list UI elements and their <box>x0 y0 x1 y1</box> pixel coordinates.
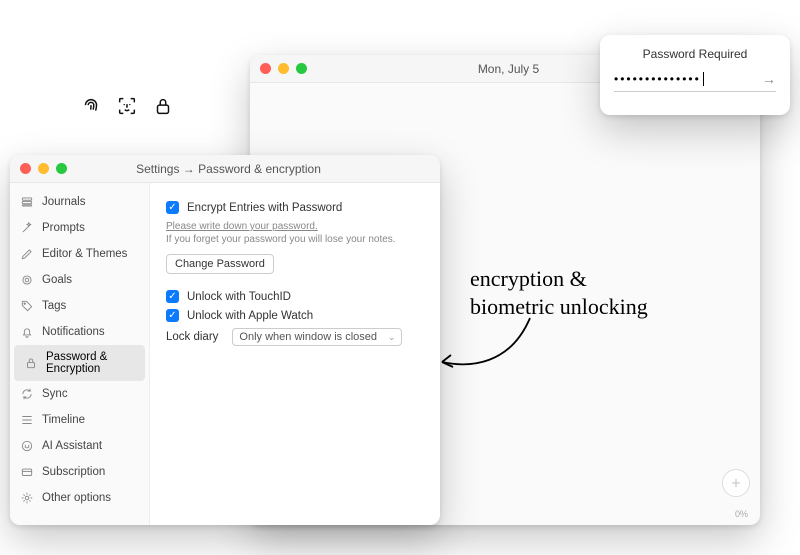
sidebar-item-label: Editor & Themes <box>42 248 127 260</box>
close-dot[interactable] <box>20 163 31 174</box>
sidebar-item-goals[interactable]: Goals <box>10 267 149 293</box>
target-icon <box>20 273 34 287</box>
sidebar-item-ai-assistant[interactable]: AI Assistant <box>10 433 149 459</box>
sidebar-item-label: Journals <box>42 196 85 208</box>
sidebar-item-password-encryption[interactable]: Password & Encryption <box>14 345 145 381</box>
faceid-icon <box>116 95 138 122</box>
touchid-checkbox[interactable]: ✓ <box>166 290 179 303</box>
bell-icon <box>20 325 34 339</box>
sidebar-item-notifications[interactable]: Notifications <box>10 319 149 345</box>
ai-icon <box>20 439 34 453</box>
sidebar-item-label: Password & Encryption <box>46 351 135 375</box>
zoom-level: 0% <box>735 509 748 519</box>
timeline-icon <box>20 413 34 427</box>
sidebar-item-label: Subscription <box>42 466 105 478</box>
encrypt-label: Encrypt Entries with Password <box>187 202 342 214</box>
add-entry-button[interactable] <box>722 469 750 497</box>
sidebar-item-journals[interactable]: Journals <box>10 189 149 215</box>
settings-window: Settings → Password & encryption Journal… <box>10 155 440 525</box>
lock-diary-select[interactable]: Only when window is closed ⌄ <box>232 328 402 346</box>
sidebar-item-sync[interactable]: Sync <box>10 381 149 407</box>
sidebar-item-prompts[interactable]: Prompts <box>10 215 149 241</box>
sidebar-item-label: Tags <box>42 300 66 312</box>
sidebar-item-label: Notifications <box>42 326 105 338</box>
stack-icon <box>20 195 34 209</box>
minimize-dot[interactable] <box>278 63 289 74</box>
sidebar-item-timeline[interactable]: Timeline <box>10 407 149 433</box>
chevron-down-icon: ⌄ <box>388 332 396 343</box>
lock-diary-label: Lock diary <box>166 331 218 343</box>
settings-sidebar: Journals Prompts Editor & Themes Goals Tags N… <box>10 183 150 525</box>
encrypt-checkbox[interactable]: ✓ <box>166 201 179 214</box>
settings-titlebar: Settings → Password & encryption <box>10 155 440 183</box>
password-warning: Please write down your password. If you … <box>166 220 424 246</box>
lock-icon <box>24 356 38 370</box>
zoom-dot[interactable] <box>296 63 307 74</box>
annotation-arrow <box>430 310 540 385</box>
sidebar-item-label: Other options <box>42 492 111 504</box>
submit-arrow-icon[interactable]: → <box>762 71 776 87</box>
sync-icon <box>20 387 34 401</box>
traffic-lights[interactable] <box>20 163 67 174</box>
lock-icon <box>152 95 174 122</box>
settings-title: Settings → Password & encryption <box>67 162 390 176</box>
pencil-icon <box>20 247 34 261</box>
applewatch-checkbox[interactable]: ✓ <box>166 309 179 322</box>
settings-pane: ✓ Encrypt Entries with Password Please w… <box>150 183 440 525</box>
wand-icon <box>20 221 34 235</box>
fingerprint-icon <box>80 95 102 122</box>
touchid-label: Unlock with TouchID <box>187 291 291 303</box>
gear-icon <box>20 491 34 505</box>
sidebar-item-label: Sync <box>42 388 68 400</box>
sidebar-item-subscription[interactable]: Subscription <box>10 459 149 485</box>
tag-icon <box>20 299 34 313</box>
sidebar-item-label: Prompts <box>42 222 85 234</box>
sidebar-item-other-options[interactable]: Other options <box>10 485 149 511</box>
traffic-lights[interactable] <box>260 63 307 74</box>
sidebar-item-label: Goals <box>42 274 72 286</box>
sidebar-item-tags[interactable]: Tags <box>10 293 149 319</box>
sidebar-item-label: AI Assistant <box>42 440 102 452</box>
sidebar-item-label: Timeline <box>42 414 85 426</box>
change-password-button[interactable]: Change Password <box>166 254 274 274</box>
sidebar-item-editor-themes[interactable]: Editor & Themes <box>10 241 149 267</box>
password-popover: Password Required •••••••••••••• → <box>600 35 790 115</box>
close-dot[interactable] <box>260 63 271 74</box>
card-icon <box>20 465 34 479</box>
password-input[interactable]: •••••••••••••• <box>614 72 754 87</box>
password-title: Password Required <box>614 47 776 61</box>
minimize-dot[interactable] <box>38 163 49 174</box>
zoom-dot[interactable] <box>56 163 67 174</box>
applewatch-label: Unlock with Apple Watch <box>187 310 313 322</box>
